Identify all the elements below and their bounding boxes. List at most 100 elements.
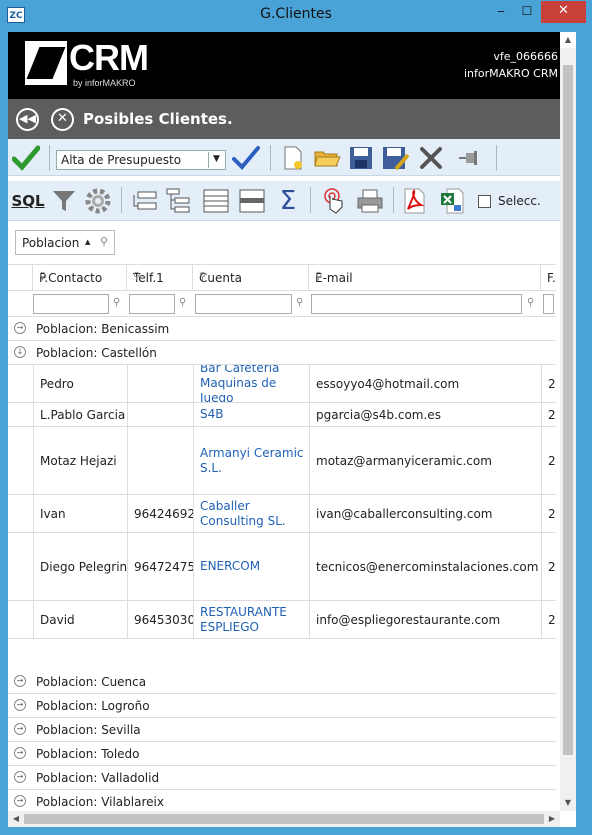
group-chip-poblacion[interactable]: Poblacion ▲ ⚲ <box>15 230 115 255</box>
expand-icon[interactable]: → <box>14 675 26 687</box>
confirm-check-icon[interactable] <box>11 143 41 173</box>
expand-icon[interactable]: → <box>14 771 26 783</box>
filter-input-cuenta[interactable] <box>195 294 292 314</box>
column-header-telf[interactable]: Telf.1 ⚲ <box>127 265 193 291</box>
excel-export-icon[interactable] <box>437 186 467 216</box>
scroll-thumb[interactable] <box>563 65 573 755</box>
open-folder-icon[interactable] <box>312 143 342 173</box>
expand-icon[interactable]: → <box>14 747 26 759</box>
pin-icon[interactable]: ⚲ <box>113 297 120 308</box>
table-row[interactable]: David 964530305 RESTAURANTE ESPLIEGO inf… <box>8 601 556 639</box>
tree-view-icon[interactable] <box>164 186 194 216</box>
expand-icon[interactable]: → <box>14 322 26 334</box>
expand-icon[interactable]: → <box>14 699 26 711</box>
cell-account-link[interactable]: Armanyi Ceramic S.L. <box>193 427 309 494</box>
column-header-contacto[interactable]: P.Contacto ⚲ <box>33 265 127 291</box>
close-window-button[interactable]: ✕ <box>541 1 586 23</box>
cell-account-link[interactable]: S4B <box>193 403 309 426</box>
collapse-icon[interactable]: ↓ <box>14 346 26 358</box>
cell-account-link[interactable]: RESTAURANTE ESPLIEGO <box>193 601 309 638</box>
table-row[interactable]: L.Pablo Garcia S4B pgarcia@s4b.com.es 20 <box>8 403 556 427</box>
group-rows-icon[interactable] <box>130 186 160 216</box>
user-id: vfe_066666 <box>493 50 558 63</box>
table-row[interactable]: Diego Pelegrin 964724750 ENERCOM tecnico… <box>8 533 556 601</box>
expand-all-icon[interactable] <box>201 186 231 216</box>
pin-icon[interactable] <box>454 143 484 173</box>
table-row[interactable]: Ivan 964246922 Caballer Consulting SL. i… <box>8 495 556 533</box>
group-row[interactable]: → Poblacion: Benicassim <box>8 317 556 341</box>
table-row[interactable]: Motaz Hejazi Armanyi Ceramic S.L. motaz@… <box>8 427 556 495</box>
group-row[interactable]: ↓ Poblacion: Castellón <box>8 341 556 365</box>
save-as-icon[interactable] <box>380 143 410 173</box>
settings-gear-icon[interactable] <box>83 186 113 216</box>
select-checkbox[interactable] <box>478 195 491 208</box>
apply-check-icon[interactable] <box>231 143 261 173</box>
expand-icon[interactable]: → <box>14 723 26 735</box>
report-select[interactable]: Alta de Presupuesto ▼ <box>56 150 226 170</box>
scroll-left-icon[interactable]: ◀ <box>8 811 24 827</box>
scroll-down-icon[interactable]: ▼ <box>560 795 576 811</box>
group-label: Poblacion: Valladolid <box>36 771 160 785</box>
group-row[interactable]: → Poblacion: Logroño <box>8 694 556 718</box>
cell-contact: Pedro <box>33 365 127 402</box>
logo-text: CRM <box>69 37 149 78</box>
group-chip-label: Poblacion <box>22 236 80 250</box>
expand-icon[interactable]: → <box>14 795 26 807</box>
delete-icon[interactable] <box>416 143 446 173</box>
group-row[interactable]: → Poblacion: Sevilla <box>8 718 556 742</box>
scroll-thumb[interactable] <box>24 814 544 824</box>
sum-icon[interactable]: Σ <box>273 186 303 216</box>
filter-input-telf[interactable] <box>129 294 175 314</box>
collapse-all-icon[interactable] <box>237 186 267 216</box>
filter-row: ⚲ ⚲ ⚲ ⚲ <box>8 291 556 317</box>
filter-input-contacto[interactable] <box>33 294 109 314</box>
pin-icon[interactable]: ⚲ <box>133 271 186 282</box>
pin-icon[interactable]: ⚲ <box>527 297 534 308</box>
sql-button[interactable]: SQL <box>10 186 46 216</box>
group-row[interactable]: → Poblacion: Valladolid <box>8 766 556 790</box>
minimize-button[interactable]: ‒ <box>488 1 514 23</box>
column-header-fecha[interactable]: F. <box>541 265 556 291</box>
cell-email: motaz@armanyiceramic.com <box>309 427 541 494</box>
column-header-cuenta[interactable]: Cuenta ⚲ <box>193 265 309 291</box>
report-select-value: Alta de Presupuesto <box>61 153 182 167</box>
cell-account-link[interactable]: Caballer Consulting SL. <box>193 495 309 532</box>
group-label: Poblacion: Castellón <box>36 346 157 360</box>
close-icon[interactable]: ✕ <box>51 108 74 131</box>
touch-icon[interactable] <box>318 186 348 216</box>
page-title: Posibles Clientes. <box>83 110 233 128</box>
cell-account-link[interactable]: ENERCOM <box>193 533 309 600</box>
pin-icon[interactable]: ⚲ <box>100 235 108 248</box>
table-row[interactable]: Pedro Bar Cafetería Maquinas de Juego es… <box>8 365 556 403</box>
cell-account-link[interactable]: Bar Cafetería Maquinas de Juego <box>193 365 309 402</box>
cell-email: info@espliegorestaurante.com <box>309 601 541 638</box>
filter-icon[interactable] <box>49 186 79 216</box>
pin-icon[interactable]: ⚲ <box>296 297 303 308</box>
save-icon[interactable] <box>346 143 376 173</box>
toolbar-separator <box>496 145 497 171</box>
group-row[interactable]: → Poblacion: Toledo <box>8 742 556 766</box>
back-icon[interactable]: ◀◀ <box>16 108 39 131</box>
pdf-export-icon[interactable] <box>399 186 429 216</box>
vertical-scrollbar[interactable]: ▲ ▼ <box>560 32 576 827</box>
pin-icon[interactable]: ⚲ <box>315 271 534 282</box>
cell-email: pgarcia@s4b.com.es <box>309 403 541 426</box>
new-document-icon[interactable] <box>278 143 308 173</box>
cell-phone: 964724750 <box>127 533 193 600</box>
scroll-up-icon[interactable]: ▲ <box>560 32 576 48</box>
column-header-email[interactable]: E-mail ⚲ <box>309 265 541 291</box>
group-label: Poblacion: Logroño <box>36 699 150 713</box>
pin-icon[interactable]: ⚲ <box>179 297 186 308</box>
horizontal-scrollbar[interactable]: ◀ ▶ <box>8 811 560 827</box>
scroll-right-icon[interactable]: ▶ <box>544 811 560 827</box>
filter-input-email[interactable] <box>311 294 522 314</box>
group-row[interactable]: → Poblacion: Cuenca <box>8 670 556 694</box>
pin-icon[interactable]: ⚲ <box>199 271 302 282</box>
nav-bar: ◀◀ ✕ Posibles Clientes. <box>8 99 568 139</box>
scroll-track[interactable] <box>560 48 576 811</box>
pin-icon[interactable]: ⚲ <box>39 271 120 282</box>
filter-input-fecha[interactable] <box>543 294 554 314</box>
maximize-button[interactable]: ☐ <box>514 1 540 23</box>
print-icon[interactable] <box>355 186 385 216</box>
sort-ascending-icon[interactable]: ▲ <box>85 238 90 246</box>
